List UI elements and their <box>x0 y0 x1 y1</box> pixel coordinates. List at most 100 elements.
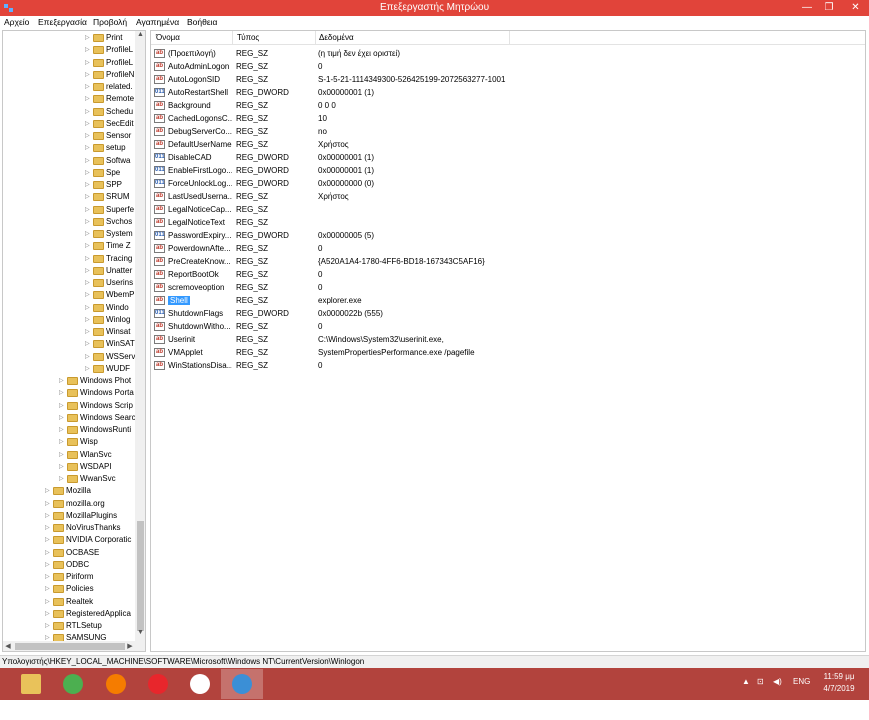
scroll-left-icon[interactable]: ◀ <box>3 641 13 651</box>
tree-item[interactable]: ▷ Unatter <box>85 265 132 277</box>
value-row[interactable]: ab LastUsedUserna... REG_SZ Χρήστος <box>151 190 865 203</box>
value-row[interactable]: ab ReportBootOk REG_SZ 0 <box>151 268 865 281</box>
taskbar-app[interactable] <box>221 669 263 699</box>
value-row[interactable]: ab DebugServerCo... REG_SZ no <box>151 125 865 138</box>
menu-file[interactable]: Αρχείο <box>4 17 29 27</box>
tree-item[interactable]: ▷ WSDAPI <box>59 461 112 473</box>
tree-item[interactable]: ▷ setup <box>85 142 126 154</box>
expand-arrow-icon[interactable]: ▷ <box>85 338 93 350</box>
taskbar-app[interactable] <box>52 669 94 699</box>
expand-arrow-icon[interactable]: ▷ <box>45 485 53 497</box>
expand-arrow-icon[interactable]: ▷ <box>45 534 53 546</box>
menu-view[interactable]: Προβολή <box>93 17 127 27</box>
value-row[interactable]: ab VMApplet REG_SZ SystemPropertiesPerforma… <box>151 346 865 359</box>
expand-arrow-icon[interactable]: ▷ <box>85 106 93 118</box>
minimize-button[interactable]: — <box>796 0 818 16</box>
tree-item[interactable]: ▷ Realtek <box>45 596 93 608</box>
tree-item[interactable]: ▷ Winlog <box>85 314 130 326</box>
tree-item[interactable]: ▷ related. <box>85 81 133 93</box>
scroll-up-icon[interactable]: ▲ <box>135 31 145 41</box>
scrollbar-thumb[interactable] <box>15 643 125 650</box>
value-row[interactable]: ab DefaultUserName REG_SZ Χρήστος <box>151 138 865 151</box>
value-row[interactable]: ab Userinit REG_SZ C:\Windows\System32\user… <box>151 333 865 346</box>
expand-arrow-icon[interactable]: ▷ <box>85 302 93 314</box>
tree-item[interactable]: ▷ Tracing <box>85 253 132 265</box>
expand-arrow-icon[interactable]: ▷ <box>45 547 53 559</box>
tree-item[interactable]: ▷ OCBASE <box>45 547 99 559</box>
tree-item[interactable]: ▷ Windo <box>85 302 129 314</box>
value-row[interactable]: 011 ShutdownFlags REG_DWORD 0x0000022b (555… <box>151 307 865 320</box>
tree-item[interactable]: ▷ Superfe <box>85 204 134 216</box>
taskbar-app[interactable] <box>95 669 137 699</box>
expand-arrow-icon[interactable]: ▷ <box>85 57 93 69</box>
expand-arrow-icon[interactable]: ▷ <box>45 596 53 608</box>
expand-arrow-icon[interactable]: ▷ <box>59 412 67 424</box>
tree-item[interactable]: ▷ SPP <box>85 179 122 191</box>
expand-arrow-icon[interactable]: ▷ <box>85 363 93 375</box>
expand-arrow-icon[interactable]: ▷ <box>45 510 53 522</box>
expand-arrow-icon[interactable]: ▷ <box>85 81 93 93</box>
values-list[interactable]: Όνομα Τύπος Δεδομένα ab (Προεπιλογή) REG_S… <box>150 30 866 652</box>
tree-item[interactable]: ▷ WindowsRunti <box>59 424 131 436</box>
expand-arrow-icon[interactable]: ▷ <box>85 69 93 81</box>
expand-arrow-icon[interactable]: ▷ <box>85 265 93 277</box>
tree-item[interactable]: ▷ RTLSetup <box>45 620 102 632</box>
tree-item[interactable]: ▷ mozilla.org <box>45 498 105 510</box>
tree-item[interactable]: ▷ Windows Scrip <box>59 400 133 412</box>
expand-arrow-icon[interactable]: ▷ <box>59 473 67 485</box>
expand-arrow-icon[interactable]: ▷ <box>59 400 67 412</box>
expand-arrow-icon[interactable]: ▷ <box>85 204 93 216</box>
expand-arrow-icon[interactable]: ▷ <box>85 118 93 130</box>
expand-arrow-icon[interactable]: ▷ <box>85 289 93 301</box>
taskbar-app[interactable] <box>137 669 179 699</box>
value-row[interactable]: ab Shell REG_SZ explorer.exe <box>151 294 865 307</box>
value-row[interactable]: ab ShutdownWitho... REG_SZ 0 <box>151 320 865 333</box>
menu-favorites[interactable]: Αγαπημένα <box>136 17 179 27</box>
value-row[interactable]: ab WinStationsDisa... REG_SZ 0 <box>151 359 865 372</box>
scroll-right-icon[interactable]: ▶ <box>125 641 135 651</box>
tree-item[interactable]: ▷ Softwa <box>85 155 130 167</box>
tree-item[interactable]: ▷ Windows Searc <box>59 412 136 424</box>
tree-item[interactable]: ▷ NoVirusThanks <box>45 522 121 534</box>
expand-arrow-icon[interactable]: ▷ <box>85 314 93 326</box>
expand-arrow-icon[interactable]: ▷ <box>85 142 93 154</box>
tree-item[interactable]: ▷ ProfileL <box>85 57 133 69</box>
expand-arrow-icon[interactable]: ▷ <box>85 228 93 240</box>
tree-item[interactable]: ▷ RegisteredApplica <box>45 608 131 620</box>
tree-item[interactable]: ▷ Wisp <box>59 436 98 448</box>
tree-item[interactable]: ▷ WlanSvc <box>59 449 112 461</box>
show-hidden-icons-icon[interactable]: ▲ <box>742 677 750 686</box>
expand-arrow-icon[interactable]: ▷ <box>45 498 53 510</box>
tree-item[interactable]: ▷ Piriform <box>45 571 94 583</box>
expand-arrow-icon[interactable]: ▷ <box>59 461 67 473</box>
tree-item[interactable]: ▷ SRUM <box>85 191 130 203</box>
tree-item[interactable]: ▷ Svchos <box>85 216 132 228</box>
expand-arrow-icon[interactable]: ▷ <box>85 155 93 167</box>
expand-arrow-icon[interactable]: ▷ <box>85 32 93 44</box>
network-icon[interactable]: ⊡ <box>757 677 764 686</box>
expand-arrow-icon[interactable]: ▷ <box>45 571 53 583</box>
expand-arrow-icon[interactable]: ▷ <box>59 424 67 436</box>
value-row[interactable]: ab LegalNoticeText REG_SZ <box>151 216 865 229</box>
expand-arrow-icon[interactable]: ▷ <box>45 608 53 620</box>
expand-arrow-icon[interactable]: ▷ <box>85 130 93 142</box>
tree-item[interactable]: ▷ Spe <box>85 167 120 179</box>
value-row[interactable]: 011 ForceUnlockLog... REG_DWORD 0x00000000 … <box>151 177 865 190</box>
value-row[interactable]: ab scremoveoption REG_SZ 0 <box>151 281 865 294</box>
tree-item[interactable]: ▷ MozillaPlugins <box>45 510 117 522</box>
volume-icon[interactable]: ◀) <box>773 677 782 686</box>
expand-arrow-icon[interactable]: ▷ <box>85 240 93 252</box>
expand-arrow-icon[interactable]: ▷ <box>85 179 93 191</box>
expand-arrow-icon[interactable]: ▷ <box>85 277 93 289</box>
tree-item[interactable]: ▷ Sensor <box>85 130 131 142</box>
scroll-down-icon[interactable]: ▼ <box>135 629 145 639</box>
value-row[interactable]: 011 DisableCAD REG_DWORD 0x00000001 (1) <box>151 151 865 164</box>
expand-arrow-icon[interactable]: ▷ <box>85 44 93 56</box>
tree-item[interactable]: ▷ ProfileN <box>85 69 134 81</box>
value-row[interactable]: ab Background REG_SZ 0 0 0 <box>151 99 865 112</box>
taskbar-app[interactable] <box>10 669 52 699</box>
value-row[interactable]: ab PreCreateKnow... REG_SZ {A520A1A4-1780-4… <box>151 255 865 268</box>
clock[interactable]: 11:59 μμ 4/7/2019 <box>818 671 860 695</box>
tree-item[interactable]: ▷ Windows Phot <box>59 375 131 387</box>
value-row[interactable]: ab AutoLogonSID REG_SZ S-1-5-21-1114349300-… <box>151 73 865 86</box>
